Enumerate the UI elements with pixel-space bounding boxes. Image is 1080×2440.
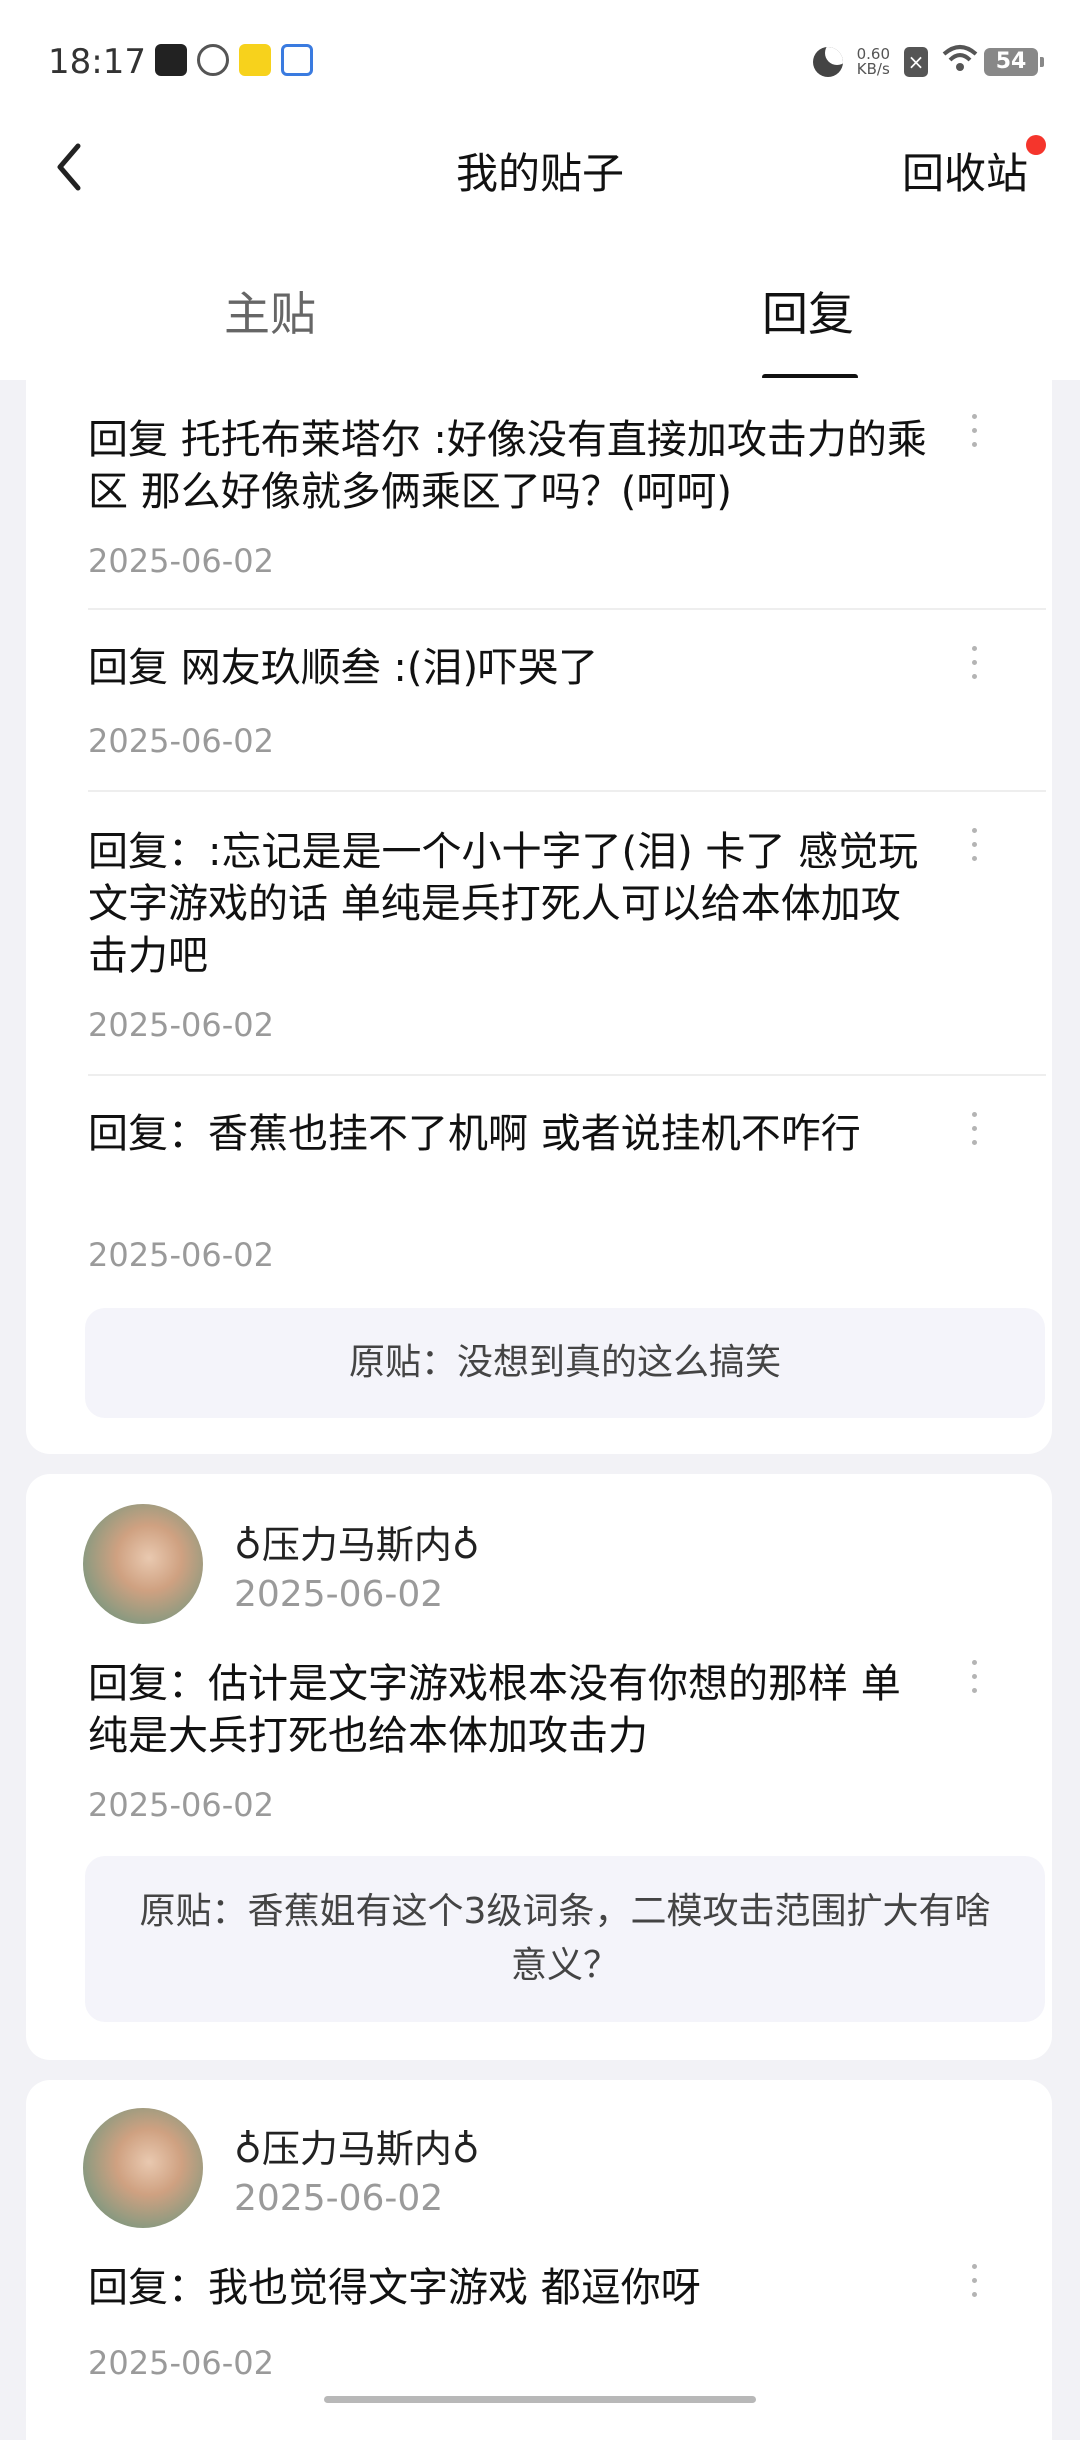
notification-icons <box>155 44 313 76</box>
avatar[interactable] <box>83 2108 203 2228</box>
username[interactable]: ♁压力马斯内♁ <box>234 1514 480 1569</box>
reply-text[interactable]: 回复：香蕉也挂不了机啊 或者说挂机不咋行 <box>88 1108 928 1160</box>
more-options-icon[interactable] <box>972 646 980 686</box>
reply-text[interactable]: 回复：估计是文字游戏根本没有你想的那样 单纯是大兵打死也给本体加攻击力 <box>88 1658 928 1762</box>
reply-date: 2025-06-02 <box>88 542 274 580</box>
reply-date: 2025-06-02 <box>88 1786 274 1824</box>
wifi-icon <box>942 44 978 79</box>
more-options-icon[interactable] <box>972 1660 980 1700</box>
more-options-icon[interactable] <box>972 828 980 868</box>
more-options-icon[interactable] <box>972 414 980 454</box>
reply-card: ♁压力马斯内♁ 2025-06-02 回复：估计是文字游戏根本没有你想的那样 单… <box>26 1474 1052 2060</box>
close-box-icon: × <box>904 46 928 77</box>
more-options-icon[interactable] <box>972 2264 980 2304</box>
cartoon-app-icon <box>239 44 271 76</box>
tab-replies[interactable]: 回复 <box>762 278 854 344</box>
original-post-link[interactable]: 原贴：香蕉姐有这个3级词条，二模攻击范围扩大有啥意义？ <box>85 1856 1045 2022</box>
network-speed: 0.60 KB/s <box>856 44 890 78</box>
reply-group-card: 回复 托托布莱塔尔 :好像没有直接加攻击力的乘区 那么好像就多俩乘区了吗？(呵呵… <box>26 378 1052 1454</box>
divider <box>88 790 1046 792</box>
divider <box>88 608 1046 610</box>
reply-card: ♁压力马斯内♁ 2025-06-02 回复：我也觉得文字游戏 都逗你呀 2025… <box>26 2080 1052 2440</box>
tab-main-posts[interactable]: 主贴 <box>224 278 316 344</box>
notification-dot <box>1026 135 1046 155</box>
post-date: 2025-06-02 <box>234 1574 444 1615</box>
post-date: 2025-06-02 <box>234 2178 444 2219</box>
link-app-icon <box>197 44 229 76</box>
divider <box>88 1074 1046 1076</box>
reply-date: 2025-06-02 <box>88 1236 274 1274</box>
status-bar: 18:17 0.60 KB/s × 54 <box>0 0 1080 120</box>
more-options-icon[interactable] <box>972 1112 980 1152</box>
moon-icon <box>812 46 843 77</box>
vip-app-icon <box>155 44 187 76</box>
status-time: 18:17 <box>48 42 146 82</box>
reply-text[interactable]: 回复 网友玖顺叁 :(泪)吓哭了 <box>88 642 928 694</box>
reply-date: 2025-06-02 <box>88 722 274 760</box>
status-right: 0.60 KB/s × <box>812 44 978 79</box>
battery-icon: 54 <box>984 48 1044 76</box>
tab-bar <box>0 260 1080 380</box>
reply-date: 2025-06-02 <box>88 2344 274 2382</box>
reply-date: 2025-06-02 <box>88 1006 274 1044</box>
avatar[interactable] <box>83 1504 203 1624</box>
reply-text[interactable]: 回复：:忘记是是一个小十字了(泪) 卡了 感觉玩文字游戏的话 单纯是兵打死人可以… <box>88 826 928 982</box>
home-indicator[interactable] <box>324 2396 756 2403</box>
original-post-link[interactable]: 原贴：没想到真的这么搞笑 <box>85 1308 1045 1418</box>
reply-text[interactable]: 回复 托托布莱塔尔 :好像没有直接加攻击力的乘区 那么好像就多俩乘区了吗？(呵呵… <box>88 414 928 518</box>
reply-text[interactable]: 回复：我也觉得文字游戏 都逗你呀 <box>88 2262 928 2314</box>
recycle-bin-button[interactable]: 回收站 <box>902 140 1028 201</box>
username[interactable]: ♁压力马斯内♁ <box>234 2118 480 2173</box>
baidu-app-icon <box>281 44 313 76</box>
